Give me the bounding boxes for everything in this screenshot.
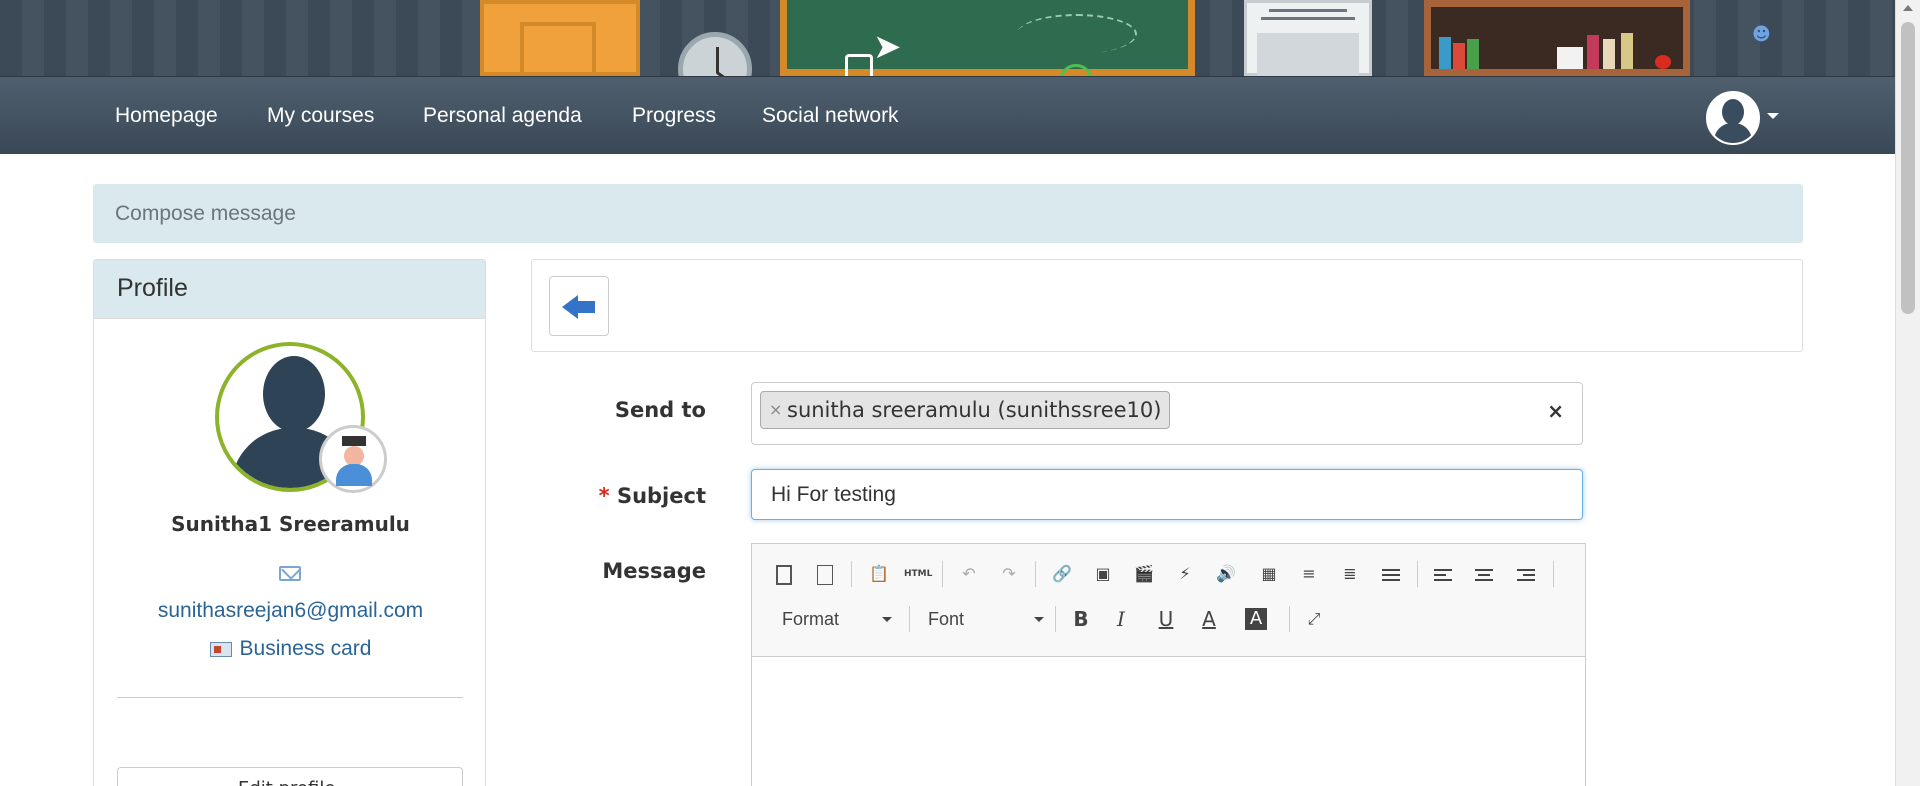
italic-button[interactable]: I (1107, 605, 1135, 633)
edit-profile-button[interactable]: Edit profile (117, 767, 463, 786)
nav-social-network[interactable]: Social network (762, 104, 899, 128)
font-dropdown[interactable]: Font (920, 604, 1050, 634)
banner-clock-illustration (678, 32, 752, 76)
numbered-list-icon[interactable]: ≣ (1336, 560, 1364, 588)
message-label: Message (602, 559, 706, 583)
subject-label-text: Subject (616, 484, 706, 508)
profile-email-link[interactable]: sunithasreejan6@gmail.com (94, 599, 487, 623)
video-icon[interactable]: 🎬 (1130, 560, 1158, 588)
nav-personal-agenda[interactable]: Personal agenda (423, 104, 582, 128)
user-status-icon[interactable]: ☻ (1752, 24, 1771, 45)
business-card-label: Business card (239, 637, 372, 660)
align-right-icon[interactable] (1512, 560, 1540, 588)
recipient-tag[interactable]: × sunitha sreeramulu (sunithssree10) (760, 391, 1171, 429)
nav-my-courses[interactable]: My courses (267, 104, 374, 128)
main-navbar: Homepage My courses Personal agenda Prog… (0, 76, 1895, 154)
undo-icon[interactable]: ↶ (955, 560, 983, 588)
header-banner: ➤ ☻ (0, 0, 1895, 76)
subject-input[interactable] (751, 469, 1583, 520)
remove-recipient-icon[interactable]: × (769, 392, 782, 428)
profile-panel-header: Profile (94, 260, 485, 319)
paste-icon[interactable]: 📋 (865, 560, 893, 588)
clear-recipients-icon[interactable]: × (1547, 399, 1564, 423)
background-color-button[interactable]: A (1245, 608, 1267, 630)
banner-chalkboard-illustration: ➤ (780, 0, 1195, 76)
banner-poster-illustration (1244, 0, 1372, 76)
maximize-icon[interactable]: ⤢ (1300, 605, 1328, 633)
scroll-up-arrow-icon[interactable] (1903, 5, 1913, 11)
profile-divider (117, 697, 463, 698)
image-icon[interactable]: ▣ (1089, 560, 1117, 588)
link-icon[interactable]: 🔗 (1048, 560, 1076, 588)
format-dropdown-label: Format (782, 609, 840, 629)
text-color-button[interactable]: A (1195, 605, 1223, 633)
edit-profile-label: Edit profile (238, 778, 335, 786)
new-page-icon[interactable] (770, 560, 798, 588)
envelope-icon[interactable] (279, 566, 301, 581)
scrollbar-thumb[interactable] (1901, 22, 1915, 314)
nav-progress[interactable]: Progress (632, 104, 716, 128)
banner-bookshelf-illustration (1424, 0, 1690, 76)
subject-label: * Subject (540, 484, 706, 508)
bulleted-list-icon[interactable]: ≡ (1295, 560, 1323, 588)
page-scrollbar[interactable] (1895, 0, 1920, 786)
banner-door-illustration (480, 0, 640, 76)
send-to-label: Send to (614, 398, 706, 422)
bold-button[interactable]: B (1067, 605, 1095, 633)
nav-homepage[interactable]: Homepage (115, 104, 218, 128)
back-arrow-icon (562, 295, 578, 319)
business-card-link[interactable]: Business card (94, 637, 487, 661)
student-role-icon (319, 425, 387, 493)
user-menu-caret-icon[interactable] (1767, 113, 1779, 119)
breadcrumb: Compose message (93, 184, 1803, 243)
align-left-icon[interactable] (1429, 560, 1457, 588)
font-dropdown-label: Font (928, 609, 965, 629)
profile-heading: Profile (117, 274, 188, 302)
underline-button[interactable]: U (1152, 605, 1180, 633)
user-menu-avatar[interactable] (1706, 91, 1760, 145)
required-mark: * (598, 484, 610, 508)
format-dropdown[interactable]: Format (774, 604, 898, 634)
flash-icon[interactable]: ⚡ (1171, 560, 1199, 588)
audio-icon[interactable]: 🔊 (1212, 560, 1240, 588)
action-toolbar (531, 259, 1803, 352)
back-button[interactable] (549, 276, 609, 336)
message-editor[interactable]: 📋 HTML ↶ ↷ 🔗 ▣ 🎬 ⚡ 🔊 ▦ ≡ ≣ Format Font B… (751, 543, 1586, 786)
horizontal-rule-icon[interactable] (1377, 560, 1405, 588)
recipient-name: sunitha sreeramulu (sunithssree10) (787, 398, 1162, 422)
profile-panel: Profile Sunitha1 Sreeramulu sunithasreej… (93, 259, 486, 786)
align-center-icon[interactable] (1470, 560, 1498, 588)
page: ➤ ☻ Homepage My courses Personal agenda … (0, 0, 1920, 786)
breadcrumb-current: Compose message (115, 202, 296, 225)
send-to-field[interactable]: × sunitha sreeramulu (sunithssree10) × (751, 382, 1583, 445)
profile-name: Sunitha1 Sreeramulu (171, 512, 410, 536)
redo-icon[interactable]: ↷ (995, 560, 1023, 588)
business-card-icon (209, 641, 232, 657)
paste-html-icon[interactable]: HTML (904, 560, 932, 588)
templates-icon[interactable] (811, 560, 839, 588)
table-icon[interactable]: ▦ (1255, 560, 1283, 588)
editor-toolbar: 📋 HTML ↶ ↷ 🔗 ▣ 🎬 ⚡ 🔊 ▦ ≡ ≣ Format Font B… (752, 544, 1585, 657)
